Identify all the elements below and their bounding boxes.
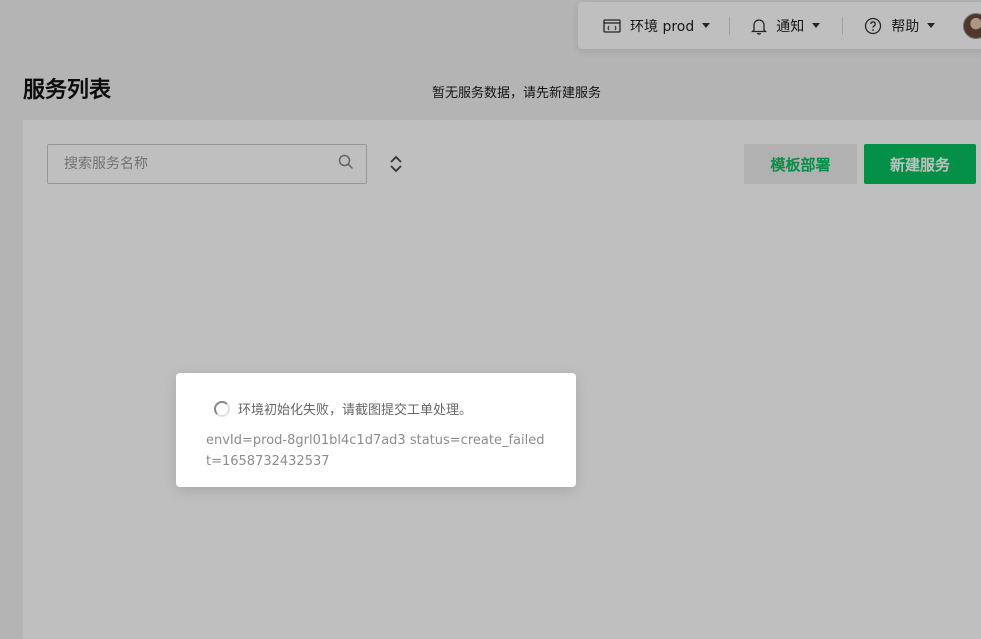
toast-message: 环境初始化失败，请截图提交工单处理。 (238, 403, 473, 418)
loading-spinner-icon (214, 400, 230, 417)
modal-overlay (0, 0, 981, 639)
toast-detail: envId=prod-8grl01bl4c1d7ad3 status=creat… (206, 433, 545, 469)
page: 服务列表 模板部署 新建服务 暂无服务数据，请先新建服务 环境 prod 通知 (0, 0, 981, 639)
toast-header: 环境初始化失败，请截图提交工单处理。 (214, 399, 546, 418)
error-toast: 环境初始化失败，请截图提交工单处理。 envId=prod-8grl01bl4c… (176, 373, 576, 487)
